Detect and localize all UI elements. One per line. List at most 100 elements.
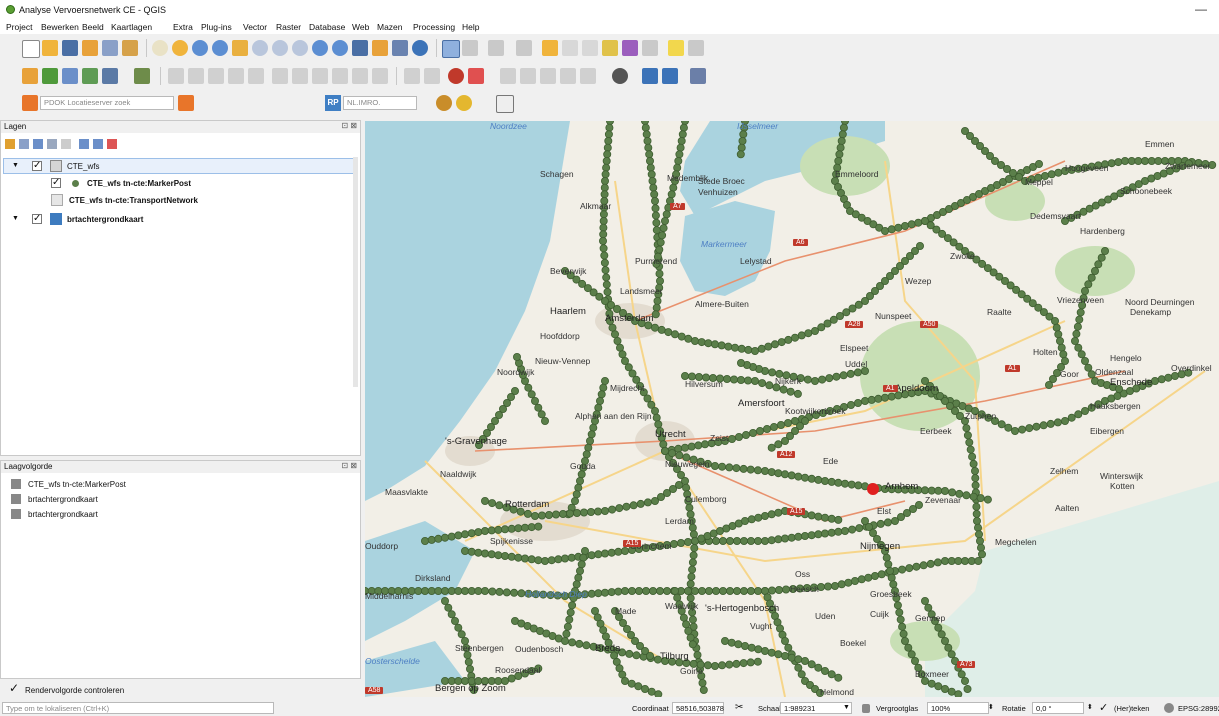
move-label-icon[interactable] <box>520 68 536 84</box>
menu-help[interactable]: Help <box>462 22 479 32</box>
spinner-icon[interactable]: ⬍ <box>988 703 994 711</box>
coordinate-input[interactable]: 58516,503878 <box>672 702 724 714</box>
lock-scale-icon[interactable] <box>862 704 870 713</box>
style-manager-icon[interactable] <box>122 40 138 56</box>
new-bookmark-icon[interactable] <box>372 40 388 56</box>
zoom-last-icon[interactable] <box>312 40 328 56</box>
layer-checkbox-markerpost[interactable]: ✓ <box>51 178 61 188</box>
menu-plugins[interactable]: Plug-ins <box>201 22 232 32</box>
spinner-icon[interactable]: ⬍ <box>1087 703 1093 711</box>
help-book-icon[interactable] <box>690 68 706 84</box>
change-label-icon[interactable] <box>560 68 576 84</box>
plugin-car-icon[interactable] <box>612 68 628 84</box>
minimize-button[interactable]: — <box>1195 2 1207 16</box>
show-labels-icon[interactable] <box>500 68 516 84</box>
menu-mazen[interactable]: Mazen <box>377 22 403 32</box>
order-item[interactable]: brtachtergrondkaart <box>28 510 98 519</box>
menu-database[interactable]: Database <box>309 22 345 32</box>
pan-icon[interactable] <box>152 40 168 56</box>
panel-close-icon[interactable]: ⊡ ⊠ <box>341 121 357 130</box>
copy-features-icon[interactable] <box>312 68 328 84</box>
toggle-editing-icon[interactable] <box>188 68 204 84</box>
expand-arrow-icon[interactable]: ▼ <box>12 162 19 169</box>
attribute-table-icon[interactable] <box>562 40 578 56</box>
render-checkbox[interactable]: ✓ <box>1099 701 1108 714</box>
data-source-manager-icon[interactable] <box>22 68 38 84</box>
identify-icon[interactable] <box>442 40 460 58</box>
filter-expression-icon[interactable] <box>61 139 71 149</box>
new-print-layout-icon[interactable] <box>82 40 98 56</box>
render-order-checkbox[interactable]: ✓ <box>9 682 19 694</box>
action-icon[interactable] <box>462 40 478 56</box>
digitize-icon[interactable] <box>228 68 244 84</box>
field-calculator-icon[interactable] <box>582 40 598 56</box>
zoom-full-icon[interactable] <box>232 40 248 56</box>
coordinate-toggle-icon[interactable]: ✂ <box>735 702 743 713</box>
text-annotation-icon[interactable] <box>688 40 704 56</box>
zoom-in-icon[interactable] <box>192 40 208 56</box>
style-layer-icon[interactable] <box>5 139 15 149</box>
menu-raster[interactable]: Raster <box>276 22 301 32</box>
crs-globe-icon[interactable] <box>1164 703 1174 713</box>
vertex-tool-icon[interactable] <box>248 68 264 84</box>
collapse-all-icon[interactable] <box>93 139 103 149</box>
redo-icon[interactable] <box>372 68 388 84</box>
expand-arrow-icon[interactable]: ▼ <box>12 215 19 222</box>
zoom-next-icon[interactable] <box>332 40 348 56</box>
new-project-icon[interactable] <box>22 40 40 58</box>
save-project-icon[interactable] <box>62 40 78 56</box>
zoom-native-icon[interactable] <box>292 40 308 56</box>
paste-features-icon[interactable] <box>332 68 348 84</box>
rotate-label-icon[interactable] <box>540 68 556 84</box>
layout-manager-icon[interactable] <box>102 40 118 56</box>
save-edits-icon[interactable] <box>208 68 224 84</box>
select-value-icon[interactable] <box>516 40 532 56</box>
selected-marker-highlight[interactable] <box>867 483 879 495</box>
plugin-network-icon[interactable] <box>642 68 658 84</box>
cut-features-icon[interactable] <box>292 68 308 84</box>
edit-pencil-icon[interactable] <box>168 68 184 84</box>
delete-selected-icon[interactable] <box>272 68 288 84</box>
magnifier-input[interactable]: 100% <box>927 702 989 714</box>
menu-kaartlagen[interactable]: Kaartlagen <box>111 22 152 32</box>
zoom-selection-icon[interactable] <box>252 40 268 56</box>
statistics-icon[interactable] <box>622 40 638 56</box>
show-bookmarks-icon[interactable] <box>392 40 408 56</box>
refresh-icon[interactable] <box>412 40 428 56</box>
scale-input[interactable]: 1:989231 <box>780 702 852 714</box>
plugin-globe-icon[interactable] <box>436 95 452 111</box>
pin-label-icon[interactable] <box>424 68 440 84</box>
pan-to-selection-icon[interactable] <box>172 40 188 56</box>
crs-label[interactable]: EPSG:28992 <box>1178 704 1219 713</box>
add-raster-layer-icon[interactable] <box>82 68 98 84</box>
nl-imro-input[interactable]: NL.IMRO. <box>343 96 417 110</box>
add-vector-layer-icon[interactable] <box>42 68 58 84</box>
order-item[interactable]: brtachtergrondkaart <box>28 495 98 504</box>
undo-icon[interactable] <box>352 68 368 84</box>
menu-vector[interactable]: Vector <box>243 22 267 32</box>
add-delimited-text-icon[interactable] <box>62 68 78 84</box>
menu-bewerken[interactable]: Bewerken <box>41 22 79 32</box>
menu-extra[interactable]: Extra <box>173 22 193 32</box>
layers-scrollbar[interactable] <box>353 157 358 387</box>
layer-checkbox-cte-wfs[interactable]: ✓ <box>32 161 42 171</box>
plugin-sun-icon[interactable] <box>456 95 472 111</box>
rotation-input[interactable]: 0,0 ° <box>1032 702 1084 714</box>
deselect-icon[interactable] <box>542 40 558 56</box>
pdok-plugin-icon[interactable] <box>178 95 194 111</box>
new-map-view-icon[interactable] <box>352 40 368 56</box>
add-spatialite-icon[interactable] <box>102 68 118 84</box>
measure-icon[interactable] <box>642 40 658 56</box>
filter-legend-icon[interactable] <box>47 139 57 149</box>
label-tool-icon[interactable] <box>404 68 420 84</box>
diagram-icon[interactable] <box>448 68 464 84</box>
locator-search-input[interactable]: Type om te lokaliseren (Ctrl+K) <box>2 702 274 714</box>
select-features-icon[interactable] <box>488 40 504 56</box>
expand-all-icon[interactable] <box>79 139 89 149</box>
menu-project[interactable]: Project <box>6 22 32 32</box>
order-item[interactable]: CTE_wfs tn-cte:MarkerPost <box>28 480 126 489</box>
layer-checkbox-brt[interactable]: ✓ <box>32 214 42 224</box>
menu-web[interactable]: Web <box>352 22 369 32</box>
plugin-route-icon[interactable] <box>662 68 678 84</box>
menu-beeld[interactable]: Beeld <box>82 22 104 32</box>
